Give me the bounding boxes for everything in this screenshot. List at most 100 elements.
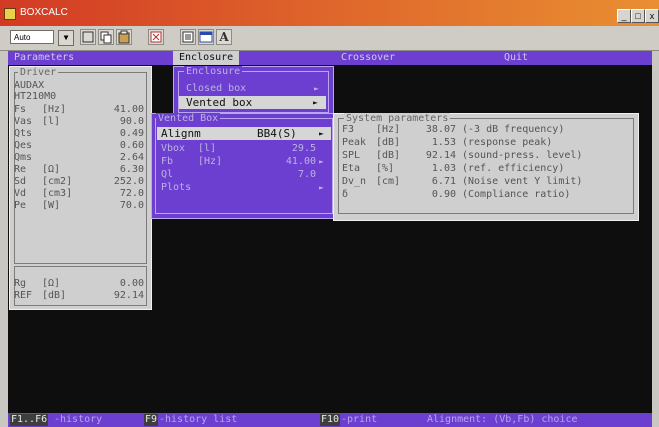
alignment-label: Alignm: [161, 127, 201, 140]
driver-extra-value[interactable]: 0.00: [92, 278, 144, 289]
driver-param-value[interactable]: 72.0: [92, 188, 144, 199]
history-list-key[interactable]: F9: [144, 414, 159, 426]
driver-extra-name: Rg: [14, 278, 27, 289]
driver-param-name: Qes: [14, 140, 33, 151]
system-param-name: SPL: [342, 150, 361, 161]
system-param-value: 1.53: [431, 137, 456, 148]
dropdown-arrow-icon[interactable]: ▼: [58, 30, 74, 46]
font-size-select[interactable]: Auto: [10, 30, 54, 44]
alignment-arrow-icon: ►: [319, 129, 324, 138]
vented-box-arrow-icon: ►: [313, 98, 318, 107]
close-button[interactable]: x: [645, 9, 659, 23]
window-title: BOXCALC: [20, 7, 68, 18]
driver-param-name: Sd: [14, 176, 27, 187]
system-param-description: (Noise vent Y limit): [462, 176, 583, 187]
vented-item-label[interactable]: Fb: [161, 156, 173, 167]
alignment-value: BB4(S): [257, 127, 297, 140]
fullscreen-icon[interactable]: [148, 29, 164, 45]
driver-param-unit: [l]: [42, 116, 61, 127]
toolbar: Auto ▼ A: [0, 26, 659, 51]
system-param-name: Peak: [342, 137, 367, 148]
driver-param-name: Fs: [14, 104, 27, 115]
status-hint: Alignment: (Vb,Fb) choice: [427, 414, 578, 425]
driver-param-name: Vd: [14, 188, 27, 199]
system-parameters-title: System parameters: [344, 113, 451, 124]
driver-param-name: Pe: [14, 200, 27, 211]
vented-item-label[interactable]: Plots: [161, 182, 191, 193]
system-param-name: Dv_n: [342, 176, 367, 187]
properties-icon[interactable]: [180, 29, 196, 45]
driver-param-value[interactable]: 0.49: [92, 128, 144, 139]
driver-param-value[interactable]: 70.0: [92, 200, 144, 211]
system-param-value: 38.07: [425, 124, 456, 135]
minimize-button[interactable]: _: [617, 9, 631, 23]
system-param-value: 6.71: [431, 176, 456, 187]
driver-param-unit: [cm3]: [42, 188, 73, 199]
driver-extra-name: REF: [14, 290, 33, 301]
vented-item-label[interactable]: Vbox: [161, 143, 185, 154]
vented-item-value[interactable]: 41.00: [256, 156, 316, 167]
enclosure-menu: Enclosure Closed box ► Vented box ►: [173, 66, 334, 116]
system-param-value: 0.90: [431, 189, 456, 200]
driver-model: HT210M0: [14, 91, 57, 102]
system-param-unit: [%]: [376, 163, 395, 174]
driver-param-value[interactable]: 41.00: [92, 104, 144, 115]
closed-box-arrow-icon: ►: [314, 84, 319, 93]
print-key-desc: -print: [341, 414, 378, 425]
system-param-value: 1.03: [431, 163, 456, 174]
driver-param-name: Qts: [14, 128, 33, 139]
app-icon: [4, 8, 16, 20]
driver-param-value[interactable]: 252.0: [92, 176, 144, 187]
vented-item-arrow-icon: ►: [319, 183, 324, 192]
maximize-button[interactable]: □: [631, 9, 645, 23]
driver-title: Driver: [18, 67, 59, 78]
menu-enclosure[interactable]: Enclosure: [173, 51, 240, 65]
system-param-name: Eta: [342, 163, 361, 174]
driver-param-unit: [W]: [42, 200, 61, 211]
enclosure-menu-title: Enclosure: [184, 66, 243, 77]
paste-icon[interactable]: [116, 29, 132, 45]
driver-param-value[interactable]: 2.64: [92, 152, 144, 163]
driver-extra-unit: [dB]: [42, 290, 67, 301]
vented-item-value[interactable]: 29.5: [256, 143, 316, 154]
vented-box-label: Vented box: [186, 96, 253, 109]
driver-extra-value[interactable]: 92.14: [92, 290, 144, 301]
driver-param-value[interactable]: 90.0: [92, 116, 144, 127]
menu-bar: Parameters Enclosure Crossover Quit: [8, 51, 652, 65]
closed-box-item[interactable]: Closed box: [186, 83, 246, 94]
vented-box-menu-title: Vented Box: [156, 113, 221, 124]
driver-param-unit: [Ω]: [42, 164, 61, 175]
window-titlebar[interactable]: BOXCALC _ □ x: [0, 0, 659, 26]
history-key-desc: -history: [54, 414, 103, 425]
system-param-unit: [dB]: [376, 150, 401, 161]
system-param-description: (-3 dB frequency): [462, 124, 565, 135]
print-key[interactable]: F10: [320, 414, 341, 426]
driver-extra-unit: [Ω]: [42, 278, 61, 289]
system-param-description: (response peak): [462, 137, 553, 148]
system-param-unit: [cm]: [376, 176, 401, 187]
driver-brand: AUDAX: [14, 80, 45, 91]
font-icon[interactable]: A: [216, 29, 232, 45]
console-area: Parameters Enclosure Crossover Quit Driv…: [8, 51, 652, 427]
vented-item-unit: [Hz]: [198, 156, 223, 167]
menu-crossover[interactable]: Crossover: [341, 52, 395, 64]
background-icon[interactable]: [198, 29, 214, 45]
background-icon-graphic: [199, 31, 213, 43]
vented-box-item[interactable]: Vented box ►: [179, 96, 326, 109]
copy-icon[interactable]: [98, 29, 114, 45]
vented-item-unit: [l]: [198, 143, 217, 154]
menu-quit[interactable]: Quit: [504, 52, 528, 64]
driver-param-value[interactable]: 6.30: [92, 164, 144, 175]
vented-item-label[interactable]: Ql: [161, 169, 173, 180]
system-param-name: δ: [342, 189, 349, 200]
menu-parameters[interactable]: Parameters: [14, 52, 74, 64]
driver-param-value[interactable]: 0.60: [92, 140, 144, 151]
paste-icon-graphic: [118, 30, 130, 44]
mark-icon[interactable]: [80, 29, 96, 45]
alignment-item[interactable]: Alignm BB4(S) ►: [157, 127, 331, 140]
vented-item-value[interactable]: 7.0: [256, 169, 316, 180]
history-key[interactable]: F1..F6: [10, 414, 49, 426]
driver-param-unit: [cm2]: [42, 176, 73, 187]
system-param-name: F3: [342, 124, 355, 135]
driver-panel: Driver AUDAX HT210M0 Fs [Hz] 41.00 Vas [l] 90…: [9, 66, 152, 310]
